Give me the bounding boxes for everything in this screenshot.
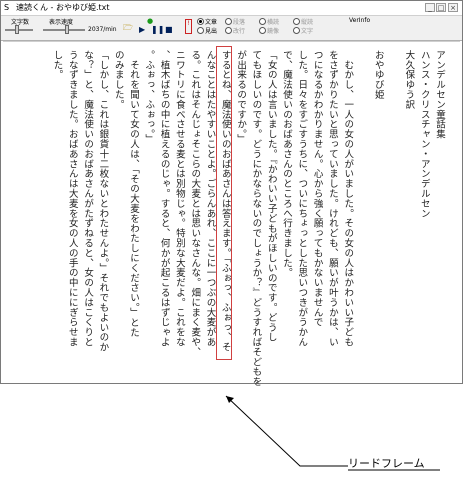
annotation-arrow <box>225 395 440 471</box>
lead-frame-label: リードフレーム <box>348 457 425 470</box>
